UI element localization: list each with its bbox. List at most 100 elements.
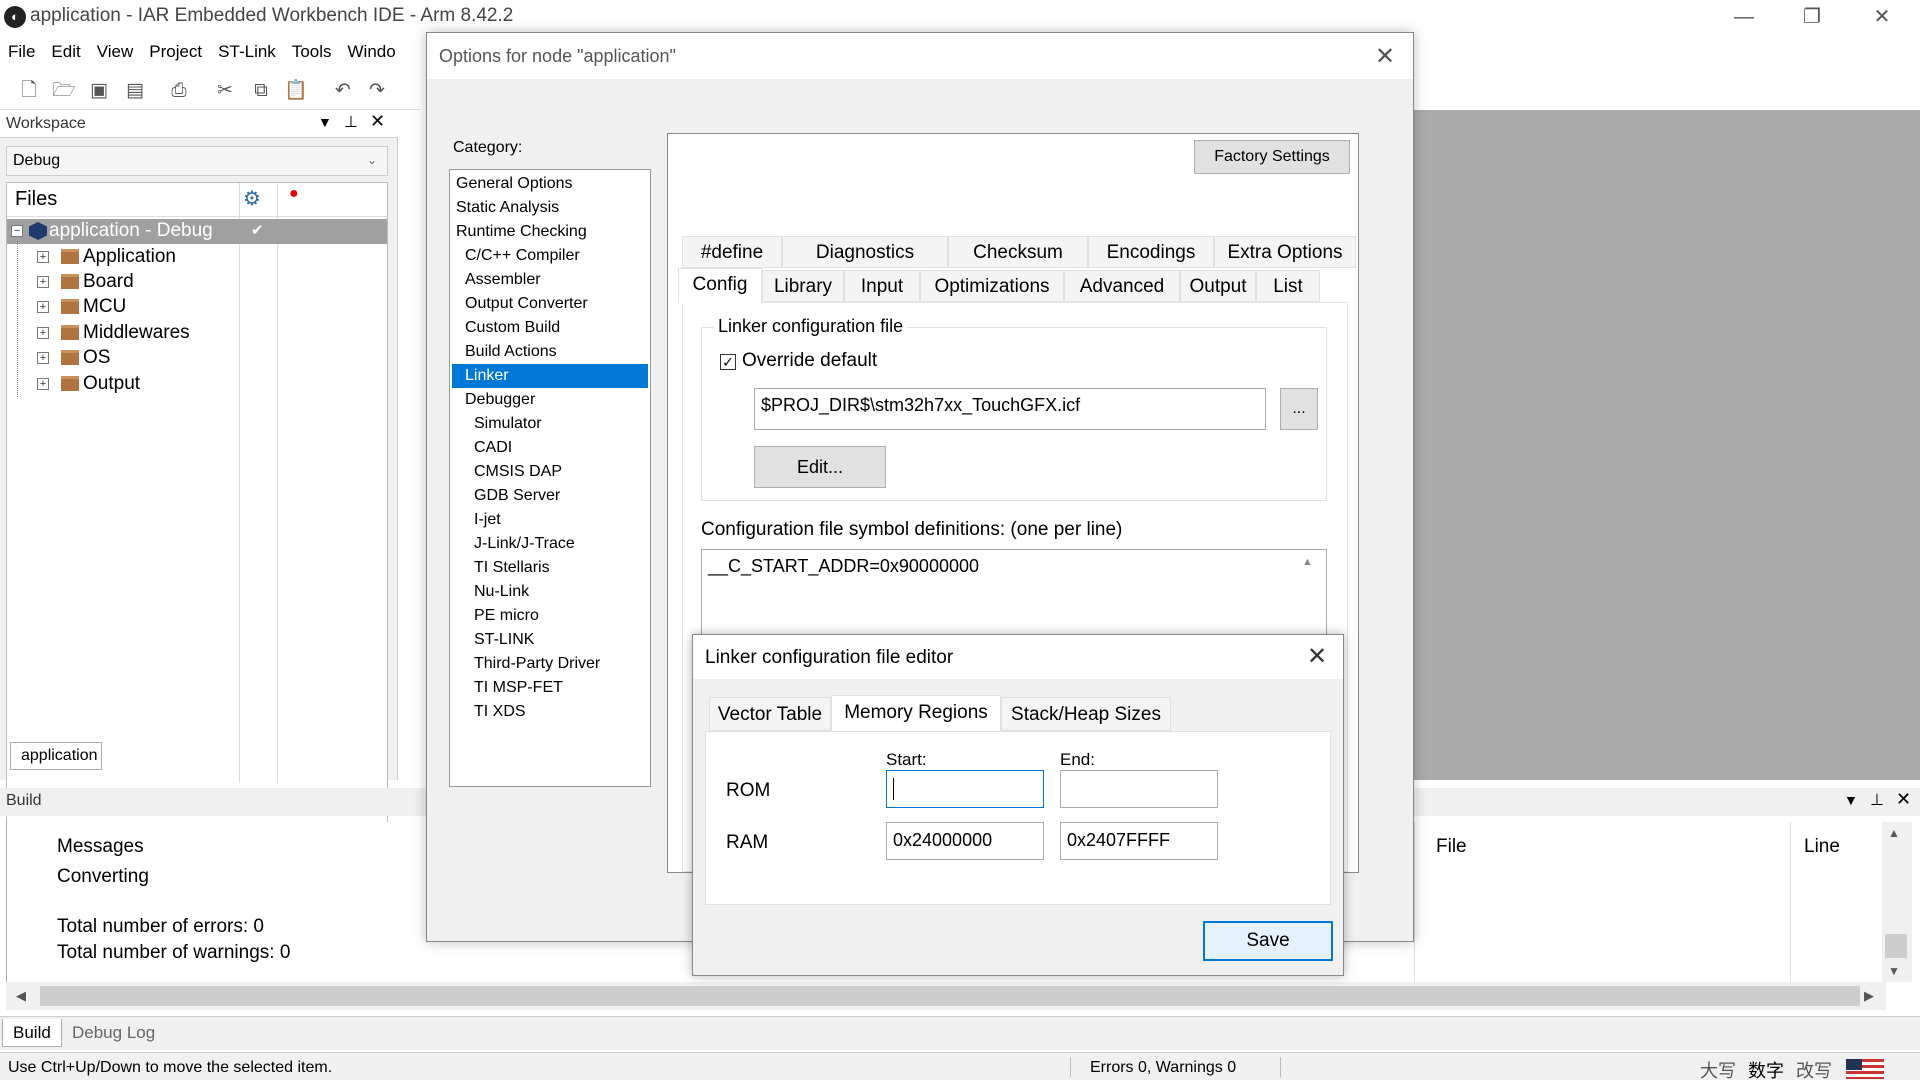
category-item[interactable]: TI XDS <box>452 700 648 724</box>
pin-icon[interactable]: ⊥ <box>344 112 358 132</box>
tab-stack-heap-sizes[interactable]: Stack/Heap Sizes <box>1001 697 1171 731</box>
save-icon[interactable]: ▣ <box>88 80 110 102</box>
close-panel-icon[interactable]: ✕ <box>370 111 385 132</box>
tab-input[interactable]: Input <box>844 270 920 302</box>
expand-icon[interactable]: + <box>37 378 49 390</box>
category-item[interactable]: Linker <box>452 364 648 388</box>
scroll-thumb[interactable] <box>1885 934 1907 958</box>
breakpoint-dot-icon[interactable]: ● <box>289 185 299 203</box>
configuration-dropdown[interactable]: Debug ⌄ <box>6 146 388 176</box>
browse-button[interactable]: ... <box>1280 388 1318 430</box>
copy-icon[interactable]: ⧉ <box>250 80 272 102</box>
category-item[interactable]: Build Actions <box>452 340 648 364</box>
tab-advanced[interactable]: Advanced <box>1064 270 1180 302</box>
tab-output[interactable]: Output <box>1180 270 1256 302</box>
close-panel-icon[interactable]: ✕ <box>1896 789 1911 810</box>
tab-extra-options[interactable]: Extra Options <box>1214 236 1356 268</box>
menu-stlink[interactable]: ST-Link <box>210 36 284 68</box>
menu-window[interactable]: Windo <box>340 36 404 68</box>
edit-button[interactable]: Edit... <box>754 446 886 488</box>
expand-icon[interactable]: + <box>37 301 49 313</box>
menu-view[interactable]: View <box>89 36 142 68</box>
panel-menu-icon[interactable]: ▼ <box>318 114 332 130</box>
expand-icon[interactable]: + <box>37 327 49 339</box>
tab-define[interactable]: #define <box>682 236 782 268</box>
tree-item[interactable]: + Application <box>7 245 387 270</box>
vertical-scrollbar[interactable]: ▲ ▼ <box>1882 822 1912 982</box>
category-item[interactable]: PE micro <box>452 604 648 628</box>
tree-root[interactable]: − application - Debug ✔ <box>7 219 387 244</box>
tree-item[interactable]: + OS <box>7 346 387 371</box>
tab-checksum[interactable]: Checksum <box>948 236 1088 268</box>
rom-start-input[interactable] <box>886 770 1044 808</box>
category-item[interactable]: I-jet <box>452 508 648 532</box>
gear-icon[interactable]: ⚙ <box>243 186 261 211</box>
tree-item[interactable]: + MCU <box>7 295 387 320</box>
pin-icon[interactable]: ⊥ <box>1870 790 1884 810</box>
category-item[interactable]: Runtime Checking <box>452 220 648 244</box>
expand-icon[interactable]: + <box>37 352 49 364</box>
tree-item[interactable]: + Board <box>7 270 387 295</box>
file-column-header[interactable]: File <box>1436 836 1467 858</box>
tab-memory-regions[interactable]: Memory Regions <box>831 695 1001 731</box>
print-icon[interactable]: ⎙ <box>168 80 190 102</box>
category-item[interactable]: Custom Build <box>452 316 648 340</box>
tab-optimizations[interactable]: Optimizations <box>920 270 1064 302</box>
category-item[interactable]: J-Link/J-Trace <box>452 532 648 556</box>
category-item[interactable]: CMSIS DAP <box>452 460 648 484</box>
close-window-button[interactable]: ✕ <box>1852 2 1912 32</box>
tab-diagnostics[interactable]: Diagnostics <box>782 236 948 268</box>
scroll-down-icon[interactable]: ▼ <box>1888 964 1900 978</box>
config-file-path-input[interactable]: $PROJ_DIR$\stm32h7xx_TouchGFX.icf <box>754 388 1266 430</box>
scroll-thumb[interactable] <box>40 986 1860 1006</box>
category-item[interactable]: General Options <box>452 172 648 196</box>
category-item[interactable]: Simulator <box>452 412 648 436</box>
close-icon[interactable]: ✕ <box>1375 42 1395 71</box>
redo-icon[interactable]: ↷ <box>366 80 388 102</box>
tab-config[interactable]: Config <box>678 268 762 304</box>
open-file-icon[interactable]: 🗁 <box>52 80 76 102</box>
panel-menu-icon[interactable]: ▼ <box>1844 792 1858 808</box>
category-item[interactable]: TI Stellaris <box>452 556 648 580</box>
menu-project[interactable]: Project <box>141 36 210 68</box>
category-item[interactable]: TI MSP-FET <box>452 676 648 700</box>
category-item[interactable]: Debugger <box>452 388 648 412</box>
horizontal-scrollbar[interactable]: ◀ ▶ <box>6 982 1886 1010</box>
category-item[interactable]: Assembler <box>452 268 648 292</box>
save-button[interactable]: Save <box>1203 921 1333 961</box>
close-icon[interactable]: ✕ <box>1307 642 1327 671</box>
tab-library[interactable]: Library <box>762 270 844 302</box>
category-item[interactable]: ST-LINK <box>452 628 648 652</box>
cut-icon[interactable]: ✂ <box>214 80 236 102</box>
menu-file[interactable]: File <box>0 36 43 68</box>
category-item[interactable]: C/C++ Compiler <box>452 244 648 268</box>
tab-vector-table[interactable]: Vector Table <box>709 697 831 731</box>
tree-item[interactable]: + Middlewares <box>7 321 387 346</box>
scroll-up-icon[interactable]: ▲ <box>1888 826 1900 840</box>
override-default-label[interactable]: Override default <box>742 350 877 372</box>
scroll-right-icon[interactable]: ▶ <box>1864 988 1874 1004</box>
menu-tools[interactable]: Tools <box>284 36 340 68</box>
new-file-icon[interactable]: 🗋 <box>18 80 40 102</box>
category-item[interactable]: Output Converter <box>452 292 648 316</box>
scroll-left-icon[interactable]: ◀ <box>16 988 26 1004</box>
undo-icon[interactable]: ↶ <box>332 80 354 102</box>
tab-debug-log[interactable]: Debug Log <box>62 1019 165 1047</box>
scroll-up-icon[interactable]: ▲ <box>1302 556 1313 568</box>
workspace-tab-application[interactable]: application <box>10 742 102 770</box>
expand-icon[interactable]: + <box>37 251 49 263</box>
tree-item[interactable]: + Output <box>7 372 387 397</box>
menu-edit[interactable]: Edit <box>43 36 88 68</box>
category-item[interactable]: Third-Party Driver <box>452 652 648 676</box>
override-default-checkbox[interactable]: ✓ <box>720 354 736 370</box>
rom-end-input[interactable] <box>1060 770 1218 808</box>
restore-button[interactable]: ❐ <box>1782 2 1842 32</box>
expand-icon[interactable]: + <box>37 276 49 288</box>
category-item[interactable]: CADI <box>452 436 648 460</box>
paste-icon[interactable]: 📋 <box>284 80 308 102</box>
save-all-icon[interactable]: ▤ <box>124 80 146 102</box>
factory-settings-button[interactable]: Factory Settings <box>1194 140 1350 174</box>
collapse-icon[interactable]: − <box>11 225 23 237</box>
ram-end-input[interactable]: 0x2407FFFF <box>1060 822 1218 860</box>
tab-build[interactable]: Build <box>2 1019 62 1047</box>
